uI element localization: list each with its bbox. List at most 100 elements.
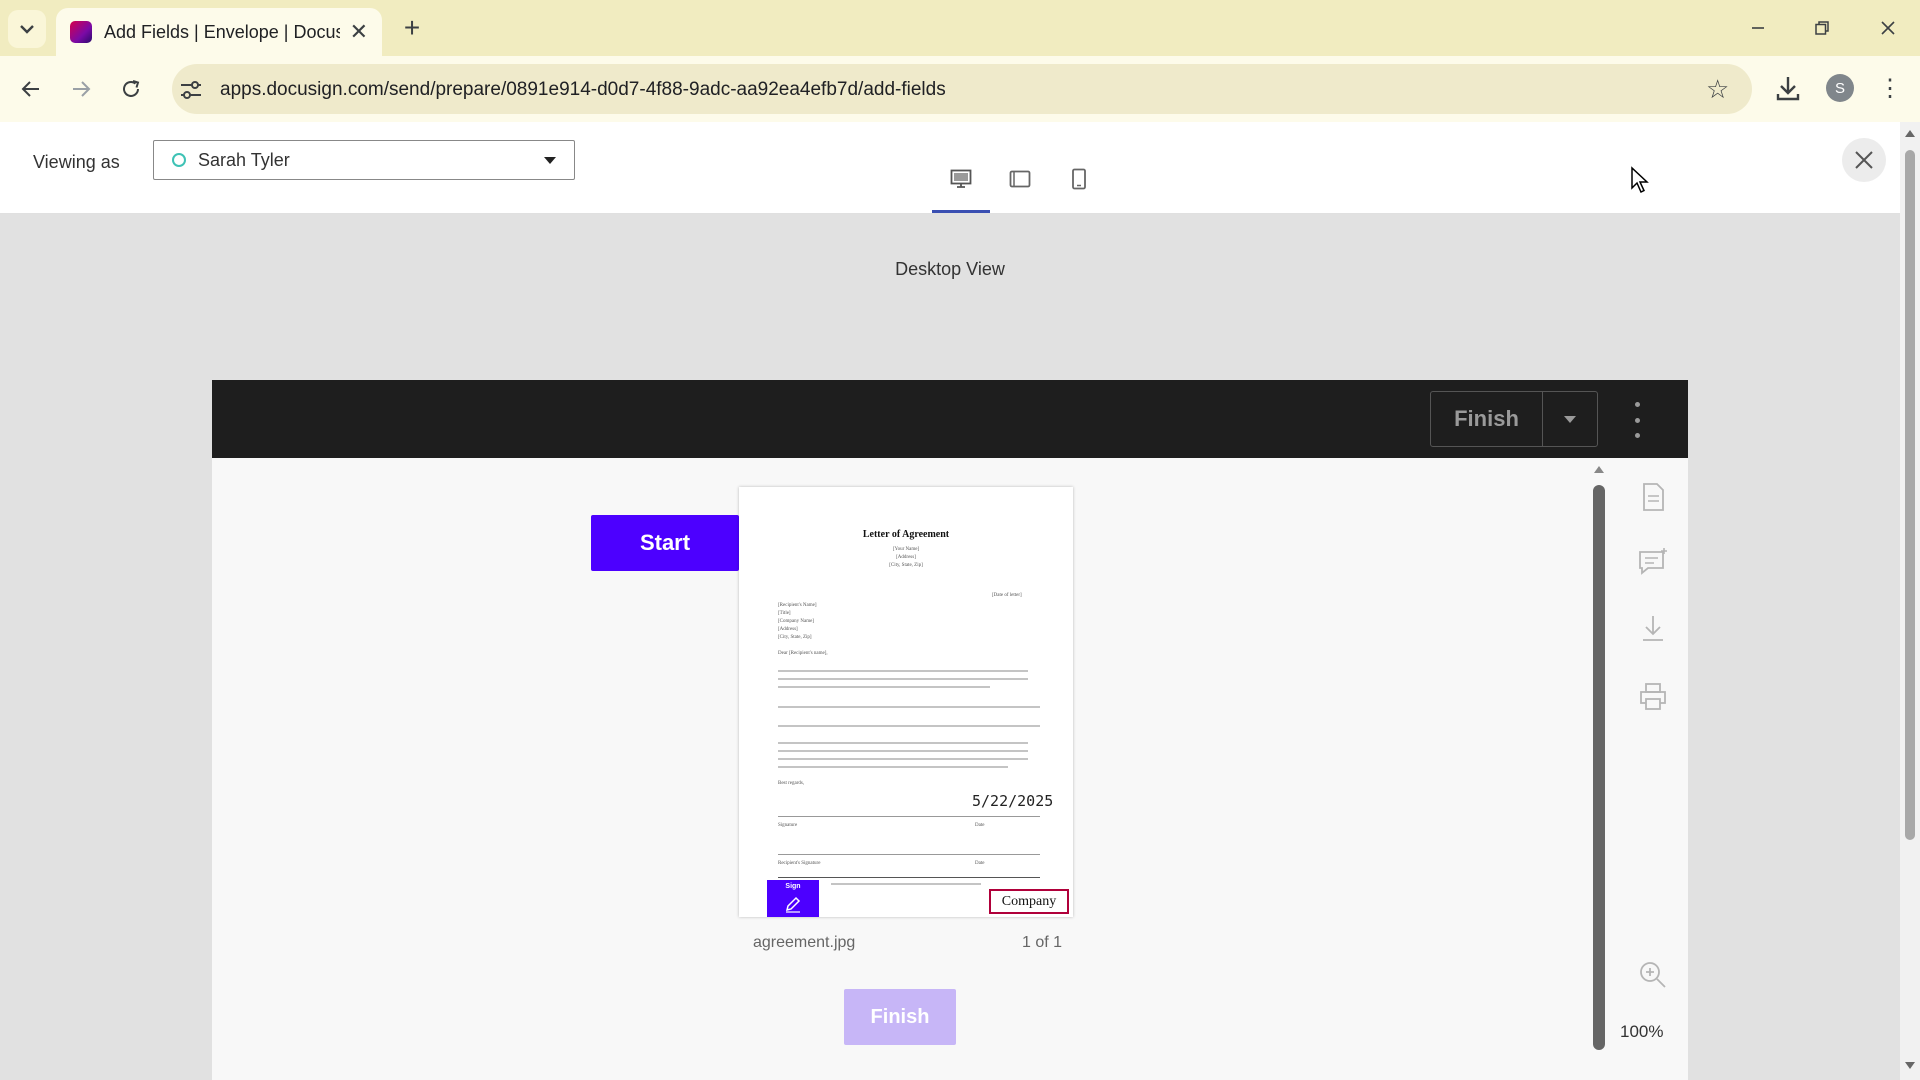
- finish-button[interactable]: Finish: [1431, 392, 1543, 446]
- minimize-icon: [1752, 27, 1764, 29]
- zoom-level: 100%: [1620, 1022, 1664, 1041]
- finish-split-button[interactable]: Finish: [1430, 391, 1598, 447]
- finish-button-bottom[interactable]: Finish: [844, 989, 956, 1045]
- scroll-down-arrow-icon[interactable]: [1905, 1062, 1915, 1069]
- document-line: Date: [975, 823, 985, 828]
- text-line: [778, 670, 1028, 672]
- preview-header: Viewing as Sarah Tyler: [0, 122, 1900, 214]
- zoom-in-icon[interactable]: [1636, 958, 1670, 992]
- downloads-icon[interactable]: [1772, 72, 1804, 104]
- document-line: [Company Name]: [778, 619, 814, 624]
- signature-rule: [778, 877, 1040, 878]
- browser-menu-icon[interactable]: ⋮: [1878, 74, 1902, 103]
- text-line: [831, 883, 981, 885]
- document-icon[interactable]: [1636, 480, 1670, 514]
- file-name: agreement.jpg: [753, 934, 856, 951]
- new-tab-button[interactable]: +: [396, 12, 428, 44]
- document-line: Recipient's Signature: [778, 861, 821, 866]
- tab-search-button[interactable]: [8, 10, 46, 48]
- caret-down-icon: [1564, 415, 1576, 423]
- browser-toolbar: apps.docusign.com/send/prepare/0891e914-…: [0, 56, 1920, 122]
- tab-close-icon[interactable]: ✕: [350, 21, 368, 43]
- browser-tab-bar: Add Fields | Envelope | Docusign ✕ +: [0, 0, 1920, 56]
- document-line: [Address]: [896, 555, 916, 560]
- tablet-icon: [1009, 170, 1031, 188]
- profile-avatar[interactable]: S: [1826, 74, 1854, 102]
- recipient-status-dot: [172, 153, 186, 167]
- close-icon: [1855, 151, 1873, 169]
- mobile-view-button[interactable]: [1062, 162, 1096, 196]
- document-line: [Title]: [778, 611, 791, 616]
- text-line: [778, 725, 1040, 727]
- tablet-view-button[interactable]: [1003, 162, 1037, 196]
- tab-title: Add Fields | Envelope | Docusign: [104, 21, 340, 42]
- company-field[interactable]: Company: [989, 889, 1069, 914]
- signing-toolbar: Finish: [212, 380, 1688, 458]
- finish-options-button[interactable]: [1543, 392, 1597, 446]
- scroll-up-arrow-icon[interactable]: [1905, 130, 1915, 137]
- close-icon: [1881, 21, 1895, 35]
- sign-here-tab[interactable]: Sign: [767, 880, 819, 917]
- restore-button[interactable]: [1798, 10, 1846, 46]
- sign-tab-label: Sign: [785, 883, 801, 890]
- recipient-name: Sarah Tyler: [198, 149, 290, 170]
- scroll-up-arrow-icon[interactable]: [1594, 466, 1604, 473]
- document-line: [City, State, Zip]: [778, 635, 812, 640]
- chevron-down-icon: [20, 25, 34, 34]
- document-scrollbar[interactable]: [1593, 485, 1605, 1050]
- more-options-icon[interactable]: [1632, 402, 1642, 438]
- signing-frame: Finish Start Letter of Agreement [Your N…: [212, 380, 1688, 1080]
- docusign-favicon-icon: [70, 21, 92, 43]
- document-line: Dear [Recipient's name],: [778, 651, 828, 656]
- active-view-indicator: [932, 210, 990, 213]
- print-icon[interactable]: [1636, 680, 1670, 714]
- caret-down-icon: [544, 156, 556, 164]
- text-line: [778, 706, 1040, 708]
- mouse-cursor-icon: [1631, 166, 1649, 194]
- document-line: Date: [975, 861, 985, 866]
- date-signed-field[interactable]: 5/22/2025: [972, 792, 1053, 810]
- document-line: [Recipient's Name]: [778, 603, 817, 608]
- browser-tab-active[interactable]: Add Fields | Envelope | Docusign ✕: [56, 8, 382, 56]
- arrow-right-icon: [73, 81, 91, 97]
- signature-rule: [778, 816, 1040, 817]
- arrow-left-icon: [21, 81, 39, 97]
- pen-icon: [785, 896, 801, 913]
- start-button[interactable]: Start: [591, 515, 739, 571]
- document-line: Best regards,: [778, 781, 805, 786]
- document-line: [Date of letter]: [992, 593, 1022, 598]
- reload-button[interactable]: [114, 72, 148, 106]
- download-icon[interactable]: [1636, 612, 1670, 646]
- desktop-view-button[interactable]: [944, 162, 978, 196]
- document-line: Signature: [778, 823, 798, 828]
- page-scrollbar[interactable]: [1900, 122, 1920, 1080]
- document-page: Letter of Agreement [Your Name] [Address…: [739, 487, 1073, 917]
- minimize-button[interactable]: [1734, 10, 1782, 46]
- close-preview-button[interactable]: [1842, 138, 1886, 182]
- mobile-icon: [1072, 168, 1086, 190]
- reload-icon: [123, 80, 140, 97]
- page-scrollbar-thumb[interactable]: [1905, 150, 1915, 840]
- text-line: [778, 678, 1028, 680]
- comment-icon[interactable]: [1636, 545, 1670, 579]
- document-title: Letter of Agreement: [862, 529, 950, 540]
- back-button[interactable]: [14, 72, 48, 106]
- bookmark-star-icon[interactable]: ☆: [1706, 74, 1729, 105]
- url-text[interactable]: apps.docusign.com/send/prepare/0891e914-…: [220, 79, 946, 101]
- close-window-button[interactable]: [1864, 10, 1912, 46]
- text-line: [778, 750, 1028, 752]
- page-count: 1 of 1: [1022, 934, 1063, 951]
- document-line: [Your Name]: [892, 547, 920, 552]
- restore-icon: [1815, 21, 1829, 35]
- document-line: [Address]: [778, 627, 798, 632]
- text-line: [778, 766, 1008, 768]
- viewing-as-label: Viewing as: [33, 152, 120, 172]
- text-line: [778, 742, 1028, 744]
- forward-button[interactable]: [64, 72, 98, 106]
- text-line: [778, 758, 1028, 760]
- desktop-icon: [950, 169, 972, 188]
- document-line: [City, State, Zip]: [889, 563, 923, 568]
- recipient-select[interactable]: Sarah Tyler: [153, 140, 575, 180]
- site-settings-icon[interactable]: [178, 78, 204, 102]
- text-line: [778, 686, 990, 688]
